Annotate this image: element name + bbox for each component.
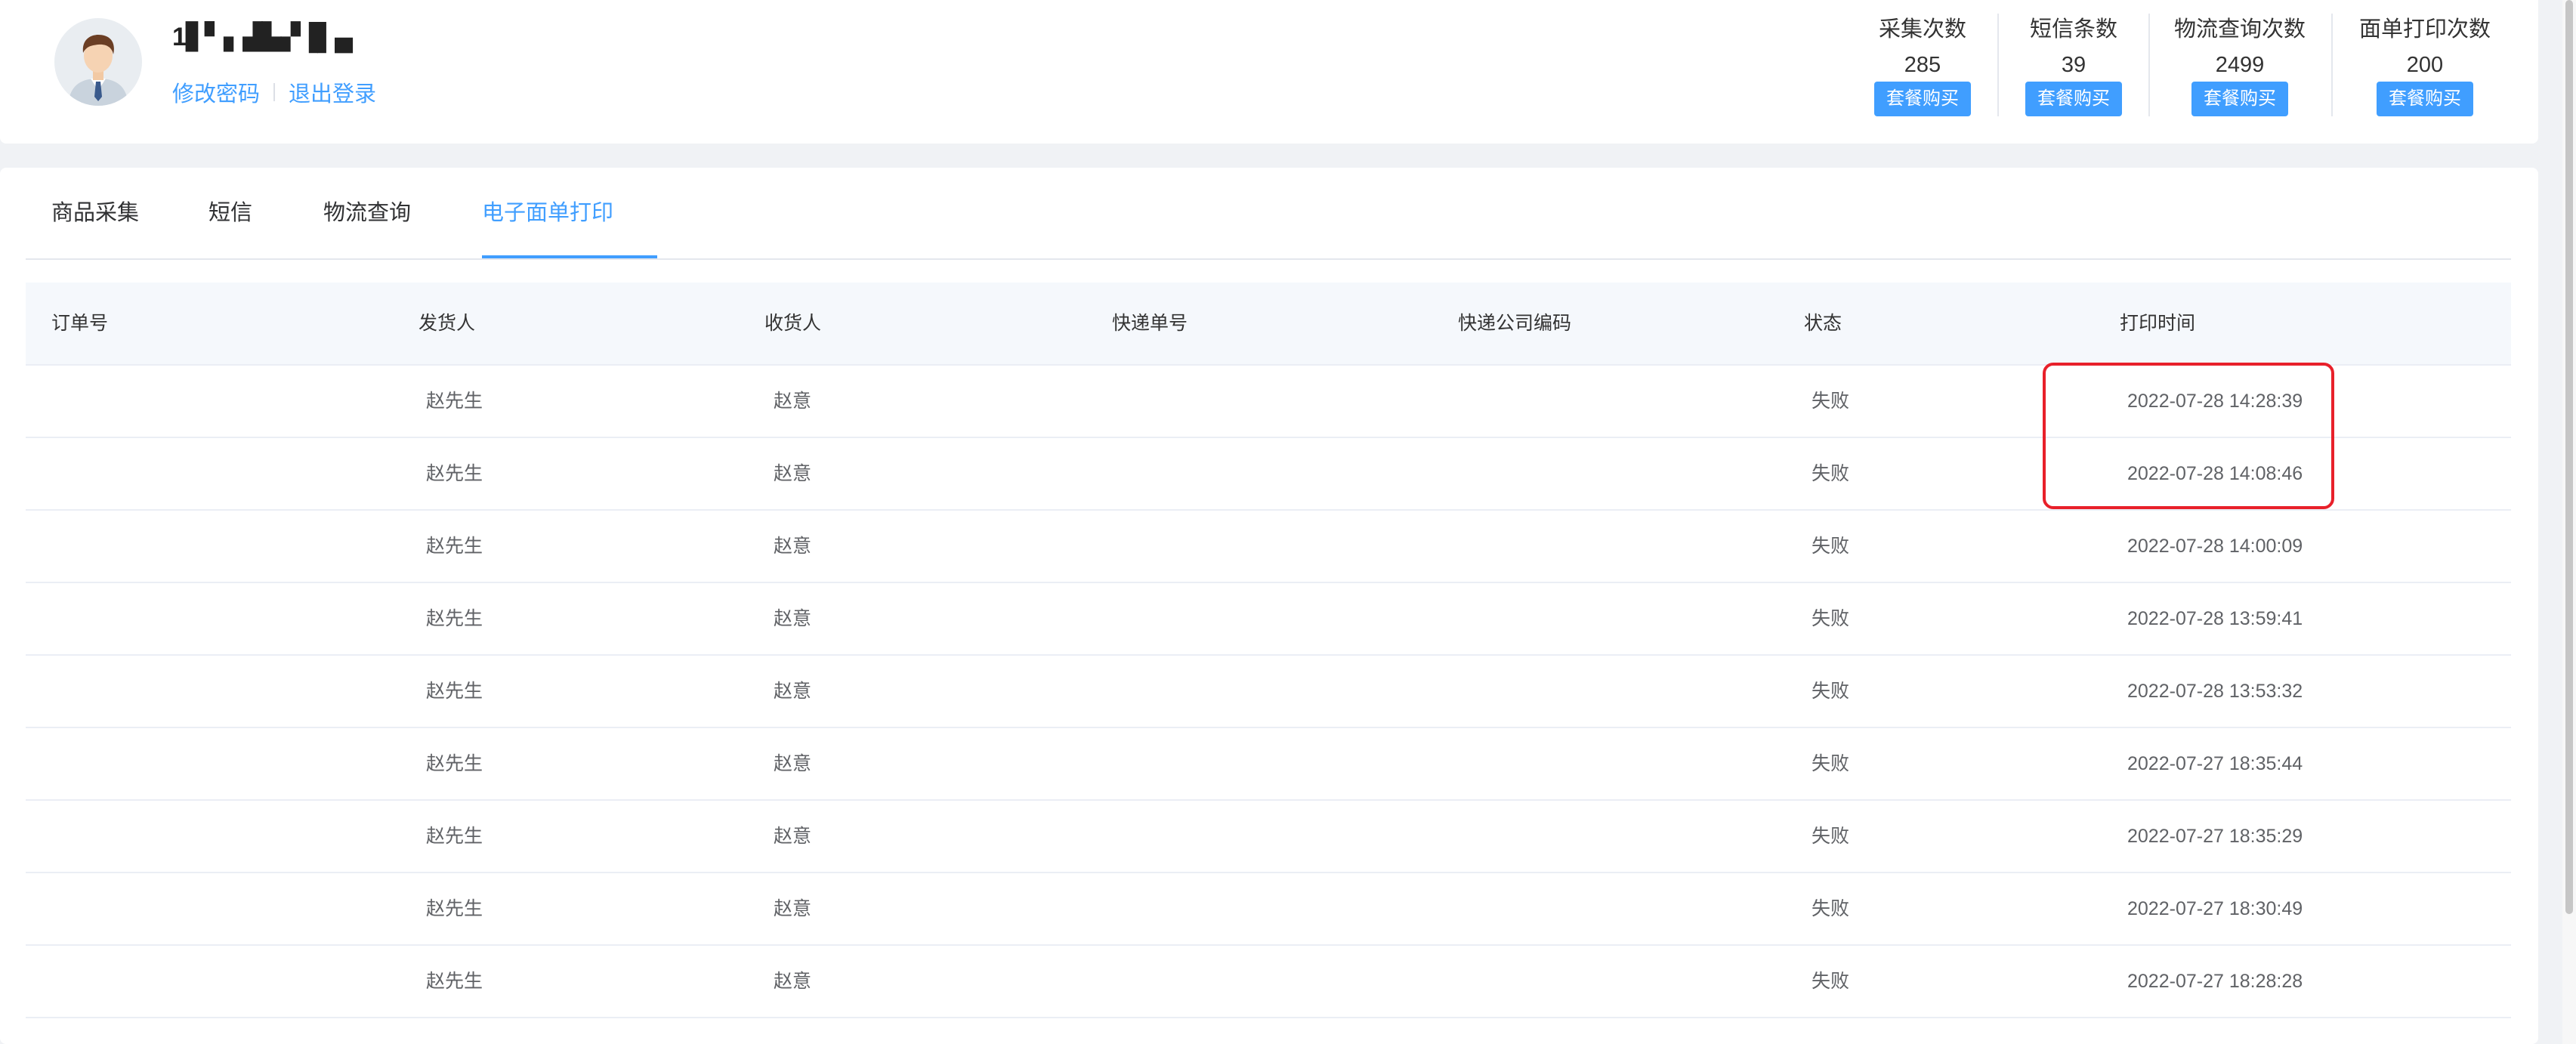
column-header-company-code: 快递公司编码 (1458, 313, 1572, 334)
cell-status: 失败 (1812, 971, 1850, 992)
annotation-highlight-box (2043, 363, 2334, 509)
cell-receiver: 赵意 (774, 463, 812, 484)
user-info-card: 1▋▘▖▟▙▞▐▌▄ 修改密码 退出登录 采集次数 285 套餐购买 短信条数 … (0, 0, 2538, 144)
buy-package-button[interactable]: 套餐购买 (1874, 82, 1971, 116)
cell-sender: 赵先生 (426, 536, 483, 557)
username: 1▋▘▖▟▙▞▐▌▄ (172, 23, 353, 51)
cell-receiver: 赵意 (774, 608, 812, 629)
cell-receiver: 赵意 (774, 536, 812, 557)
cell-print-time: 2022-07-28 14:00:09 (2127, 536, 2303, 557)
stat-label: 面单打印次数 (2358, 17, 2491, 42)
stat-divider (2331, 14, 2333, 116)
cell-sender: 赵先生 (426, 898, 483, 919)
cell-sender: 赵先生 (426, 681, 483, 702)
cell-receiver: 赵意 (774, 681, 812, 702)
cell-status: 失败 (1812, 391, 1850, 412)
stat-sms: 短信条数 39 套餐购买 (2017, 11, 2130, 124)
cell-print-time: 2022-07-28 13:59:41 (2127, 608, 2303, 629)
cell-receiver: 赵意 (774, 753, 812, 774)
stat-collect: 采集次数 285 套餐购买 (1866, 11, 1979, 124)
cell-status: 失败 (1812, 753, 1850, 774)
buy-package-button[interactable]: 套餐购买 (2377, 82, 2473, 116)
cell-status: 失败 (1812, 608, 1850, 629)
stat-divider (2148, 14, 2150, 116)
buy-package-button[interactable]: 套餐购买 (2191, 82, 2288, 116)
cell-status: 失败 (1812, 898, 1850, 919)
column-header-print-time: 打印时间 (2120, 313, 2196, 334)
tab-logistics-query[interactable]: 物流查询 (323, 168, 411, 257)
table-row: 赵先生 赵意 失败 2022-07-27 18:30:49 (26, 873, 2511, 946)
table-header: 订单号 发货人 收货人 快递单号 快递公司编码 状态 打印时间 (26, 283, 2511, 366)
stat-logistics: 物流查询次数 2499 套餐购买 (2168, 11, 2312, 124)
table-row: 赵先生 赵意 失败 2022-07-27 18:35:29 (26, 801, 2511, 873)
cell-sender: 赵先生 (426, 826, 483, 847)
change-password-link[interactable]: 修改密码 (172, 76, 260, 108)
cell-print-time: 2022-07-27 18:28:28 (2127, 971, 2303, 992)
buy-package-button[interactable]: 套餐购买 (2025, 82, 2122, 116)
tab-product-collect[interactable]: 商品采集 (51, 168, 139, 257)
stat-value: 200 (2406, 53, 2444, 77)
stat-value: 2499 (2215, 53, 2265, 77)
stat-waybill-print: 面单打印次数 200 套餐购买 (2349, 11, 2500, 124)
column-header-sender: 发货人 (419, 313, 476, 334)
cell-sender: 赵先生 (426, 463, 483, 484)
cell-receiver: 赵意 (774, 971, 812, 992)
stat-value: 285 (1904, 53, 1941, 77)
stat-divider (1997, 14, 1999, 116)
cell-status: 失败 (1812, 463, 1850, 484)
stat-label: 采集次数 (1878, 17, 1966, 42)
table-row: 赵先生 赵意 失败 2022-07-27 18:28:28 (26, 946, 2511, 1018)
table-row: 赵先生 赵意 失败 2022-07-28 13:59:41 (26, 583, 2511, 656)
cell-print-time: 2022-07-27 18:35:44 (2127, 753, 2303, 774)
cell-receiver: 赵意 (774, 898, 812, 919)
table-row: 赵先生 赵意 失败 2022-07-28 14:00:09 (26, 511, 2511, 583)
stat-label: 物流查询次数 (2173, 17, 2306, 42)
table-row: 赵先生 赵意 失败 2022-07-27 18:35:44 (26, 728, 2511, 801)
cell-sender: 赵先生 (426, 391, 483, 412)
column-header-tracking-no: 快递单号 (1112, 313, 1188, 334)
tab-bar: 商品采集 短信 物流查询 电子面单打印 (26, 168, 2511, 260)
cell-receiver: 赵意 (774, 391, 812, 412)
logout-link[interactable]: 退出登录 (289, 76, 376, 108)
scrollbar-thumb[interactable] (2565, 0, 2573, 914)
cell-print-time: 2022-07-27 18:35:29 (2127, 826, 2303, 847)
column-header-order-no: 订单号 (51, 313, 109, 334)
cell-sender: 赵先生 (426, 608, 483, 629)
link-divider (273, 83, 276, 101)
active-tab-indicator (482, 255, 657, 258)
tab-sms[interactable]: 短信 (208, 168, 252, 257)
stat-label: 短信条数 (2029, 17, 2117, 42)
tab-waybill-print[interactable]: 电子面单打印 (482, 168, 613, 257)
column-header-status: 状态 (1804, 313, 1842, 334)
businessman-avatar-icon (54, 18, 142, 106)
cell-status: 失败 (1812, 826, 1850, 847)
cell-print-time: 2022-07-27 18:30:49 (2127, 898, 2303, 919)
cell-status: 失败 (1812, 681, 1850, 702)
cell-sender: 赵先生 (426, 753, 483, 774)
cell-print-time: 2022-07-28 13:53:32 (2127, 681, 2303, 702)
cell-status: 失败 (1812, 536, 1850, 557)
stat-value: 39 (2061, 53, 2086, 77)
table-row: 赵先生 赵意 失败 2022-07-28 13:53:32 (26, 656, 2511, 728)
column-header-receiver: 收货人 (764, 313, 822, 334)
user-links: 修改密码 退出登录 (172, 76, 376, 109)
avatar (54, 18, 142, 106)
cell-sender: 赵先生 (426, 971, 483, 992)
cell-receiver: 赵意 (774, 826, 812, 847)
